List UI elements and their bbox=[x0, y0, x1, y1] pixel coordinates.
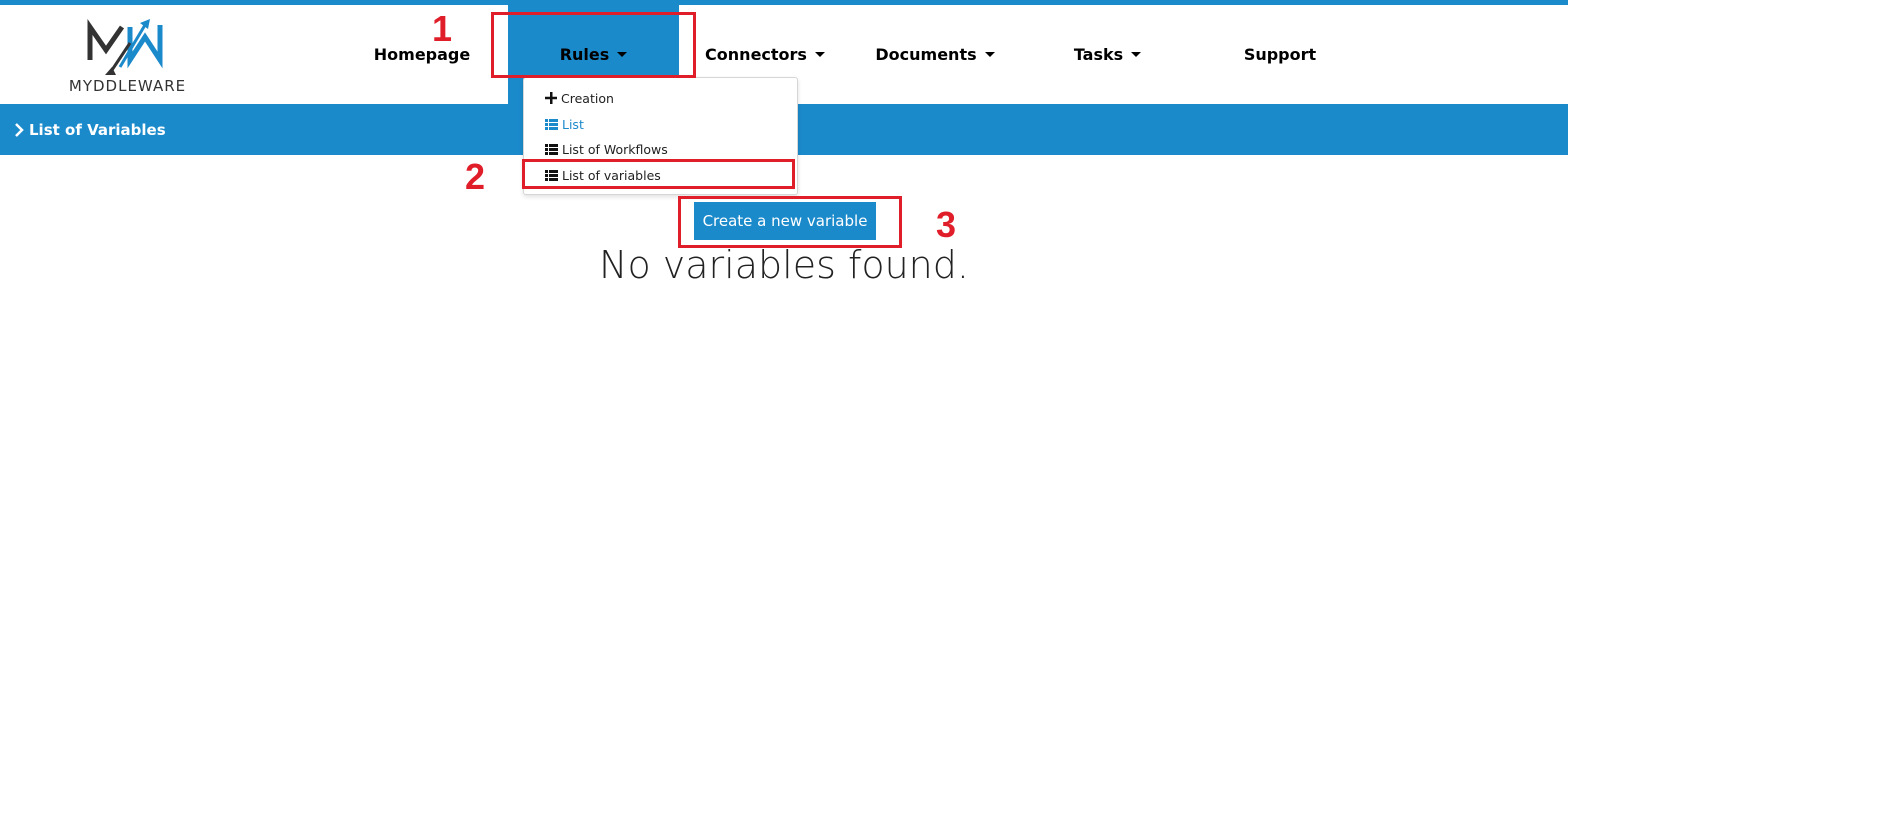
nav-homepage[interactable]: Homepage bbox=[362, 5, 482, 104]
logo-mark-icon bbox=[87, 19, 163, 75]
menu-item-label: List bbox=[562, 116, 584, 132]
menu-item-creation[interactable]: Creation bbox=[545, 88, 614, 108]
list-icon bbox=[545, 118, 558, 130]
caret-down-icon bbox=[984, 52, 995, 57]
menu-item-label: Creation bbox=[561, 90, 614, 106]
menu-item-list-of-workflows[interactable]: List of Workflows bbox=[545, 139, 668, 159]
nav-tasks[interactable]: Tasks bbox=[1060, 5, 1155, 104]
rules-dropdown-menu: Creation List List of Workflows List of … bbox=[523, 77, 798, 195]
caret-down-icon bbox=[1131, 52, 1142, 57]
nav-documents-label: Documents bbox=[875, 45, 977, 64]
nav-tasks-label: Tasks bbox=[1073, 45, 1124, 64]
create-variable-button[interactable]: Create a new variable bbox=[694, 202, 876, 240]
menu-item-list-of-variables[interactable]: List of variables bbox=[545, 165, 661, 185]
nav-connectors-label: Connectors bbox=[705, 45, 807, 64]
menu-item-label: List of variables bbox=[562, 167, 661, 183]
caret-down-icon bbox=[617, 52, 628, 57]
annotation-number-2: 2 bbox=[465, 156, 486, 197]
menu-item-label: List of Workflows bbox=[562, 141, 668, 157]
caret-down-icon bbox=[814, 52, 825, 57]
annotation-number-1: 1 bbox=[432, 8, 453, 49]
menu-item-list[interactable]: List bbox=[545, 114, 584, 134]
chevron-right-icon bbox=[15, 122, 24, 137]
list-icon bbox=[545, 143, 558, 155]
logo-text: MYDDLEWARE bbox=[68, 77, 187, 95]
breadcrumb-label: List of Variables bbox=[29, 120, 166, 139]
breadcrumb: List of Variables bbox=[14, 104, 166, 155]
empty-state-message: No variables found. bbox=[599, 243, 969, 287]
nav-homepage-label: Homepage bbox=[373, 45, 471, 64]
nav-documents[interactable]: Documents bbox=[870, 5, 1000, 104]
list-icon bbox=[545, 169, 558, 181]
plus-icon bbox=[545, 92, 557, 104]
nav-support-label: Support bbox=[1243, 45, 1317, 64]
nav-support[interactable]: Support bbox=[1230, 5, 1330, 104]
annotation-number-3: 3 bbox=[936, 204, 957, 245]
nav-rules-label: Rules bbox=[559, 45, 610, 64]
myddleware-logo[interactable]: MYDDLEWARE bbox=[50, 15, 205, 101]
